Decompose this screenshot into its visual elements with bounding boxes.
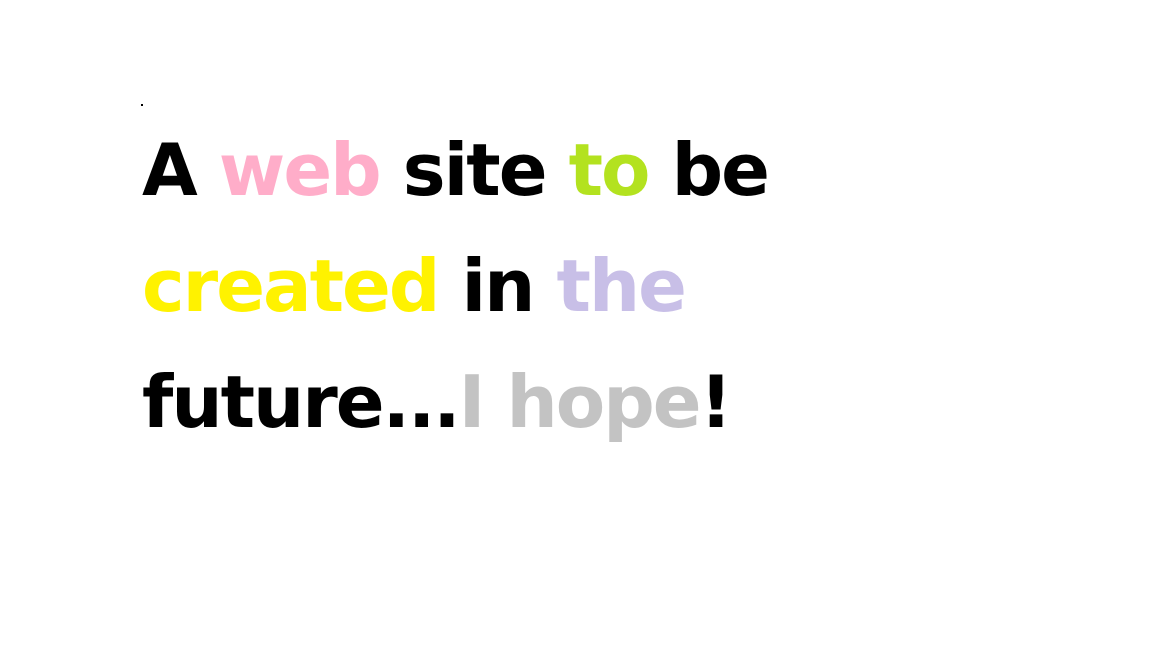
word-be: be — [648, 128, 770, 212]
headline-line-2: created in the — [142, 228, 768, 344]
word-to: to — [568, 128, 651, 212]
stray-dot — [141, 104, 143, 106]
headline: A web site to be created in the future..… — [142, 112, 770, 460]
word-in: in — [438, 244, 557, 328]
word-exclamation: ! — [699, 360, 733, 444]
headline-line-1: A web site to be — [142, 112, 770, 228]
word-future: future... — [142, 360, 461, 444]
canvas: A web site to be created in the future..… — [0, 0, 1152, 648]
word-site: site — [379, 128, 569, 212]
headline-line-3: future...I hope! — [142, 344, 768, 460]
word-created: created — [142, 244, 440, 328]
word-i-hope: I hope — [458, 360, 702, 444]
word-the: the — [556, 244, 687, 328]
word-web: web — [218, 128, 382, 212]
word-a: A — [142, 128, 219, 212]
